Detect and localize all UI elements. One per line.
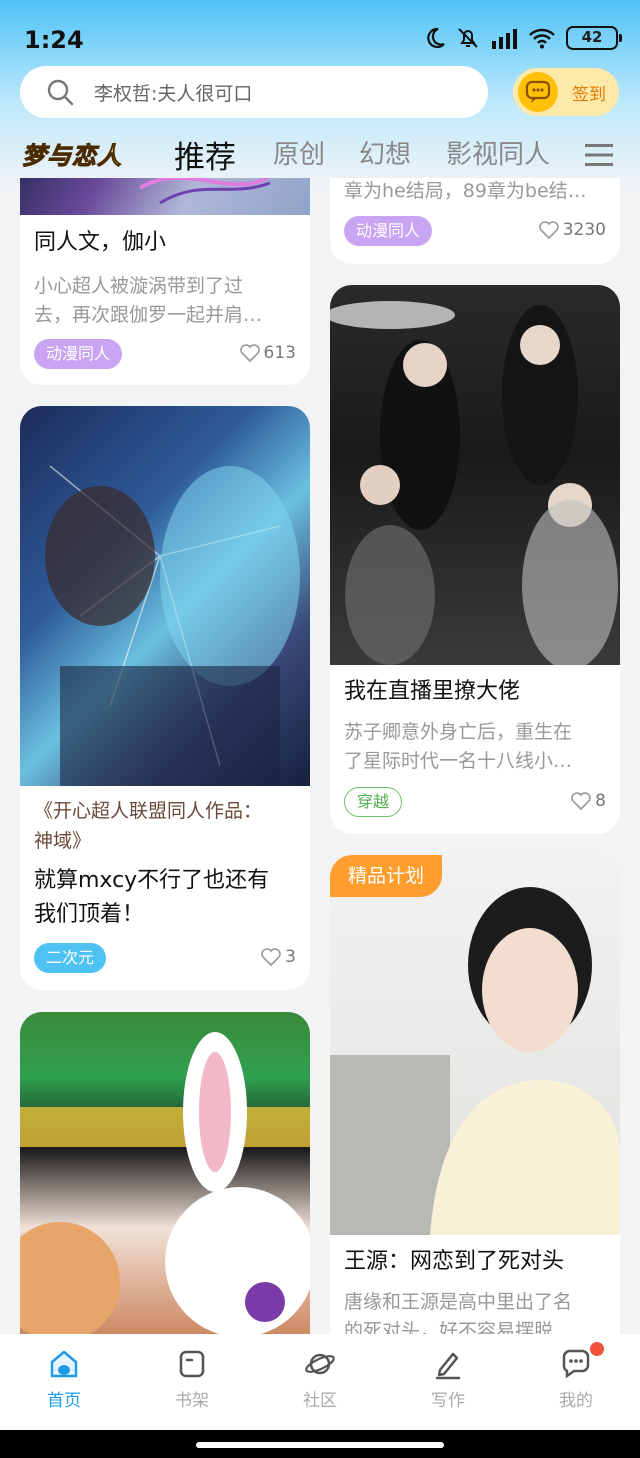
- genre-tag[interactable]: 穿越: [344, 787, 403, 817]
- book-desc-line1: 苏子卿意外身亡后，重生在: [344, 721, 573, 743]
- book-desc-line: 章为he结局，89章为be结…: [344, 180, 587, 202]
- book-title: 同人文，伽小: [34, 230, 167, 255]
- signal-icon: [492, 29, 517, 49]
- book-quote-line2: 神域》: [34, 830, 92, 852]
- genre-tag[interactable]: 动漫同人: [34, 339, 123, 369]
- book-desc-line1: 唐缘和王源是高中里出了名: [344, 1291, 573, 1313]
- heart-icon: [538, 221, 559, 239]
- book-quote-line1: 《开心超人联盟同人作品：: [34, 800, 263, 822]
- app-logo[interactable]: 梦与恋人: [22, 136, 122, 171]
- gesture-bar: [0, 1430, 640, 1458]
- home-indicator[interactable]: [196, 1442, 444, 1448]
- category-tabs: 梦与恋人 推荐 原创 幻想 影视同人: [0, 128, 640, 178]
- genre-tag[interactable]: 动漫同人: [344, 216, 433, 246]
- home-icon: [50, 1350, 78, 1378]
- bell-off-icon: [458, 28, 478, 48]
- book-desc-line2: 了星际时代一名十八线小…: [344, 750, 573, 772]
- book-card[interactable]: 我在直播里撩大佬 苏子卿意外身亡后，重生在 了星际时代一名十八线小… 穿越 8: [330, 285, 620, 834]
- genre-tag[interactable]: 二次元: [34, 943, 107, 973]
- planet-icon: [305, 1353, 335, 1375]
- status-time: 1:24: [24, 26, 84, 54]
- search-icon: [47, 79, 74, 106]
- book-title: 我在直播里撩大佬: [344, 679, 521, 704]
- heart-icon: [261, 948, 281, 966]
- heart-icon: [571, 792, 591, 810]
- book-title-line1: 就算mxcy不行了也还有: [34, 868, 270, 893]
- search-bar[interactable]: 李权哲:夫人很可口: [20, 66, 488, 118]
- book-card[interactable]: 精品计划 王源：网恋到了死对头 唐缘和王源是高中里出了名 的死对头，好不容易摆脱: [330, 855, 620, 1334]
- tab-film-fanfic[interactable]: 影视同人: [446, 134, 550, 171]
- nav-home-label: 首页: [47, 1391, 81, 1411]
- checkin-button[interactable]: 签到: [513, 68, 619, 116]
- book-desc-line1: 小心超人被漩涡带到了过: [34, 275, 244, 297]
- pen-icon: [435, 1352, 461, 1380]
- book-cover-image: [330, 855, 620, 1235]
- checkin-label: 签到: [572, 84, 606, 105]
- notification-dot: [590, 1342, 604, 1356]
- like-count[interactable]: 613: [239, 343, 296, 363]
- search-placeholder: 李权哲:夫人很可口: [94, 82, 253, 105]
- status-icons: 42: [424, 26, 622, 50]
- bottom-nav: 首页 书架 社区 写作 我的: [0, 1334, 640, 1430]
- nav-mine[interactable]: 我的: [536, 1342, 616, 1411]
- book-desc-line2: 的死对头，好不容易摆脱: [344, 1320, 554, 1334]
- book-desc-line2: 去，再次跟伽罗一起并肩…: [34, 304, 263, 326]
- nav-bookshelf-label: 书架: [175, 1391, 209, 1411]
- book-card[interactable]: 《开心超人联盟同人作品： 神域》 就算mxcy不行了也还有 我们顶着！ 二次元 …: [20, 406, 310, 990]
- like-count-value: 613: [263, 343, 296, 363]
- premium-badge: 精品计划: [330, 855, 443, 897]
- wifi-icon: [529, 28, 555, 49]
- book-cover-image: [20, 406, 310, 786]
- nav-community-label: 社区: [303, 1391, 337, 1411]
- book-title-line2: 我们顶着！: [34, 902, 145, 927]
- book-card[interactable]: 章为he结局，89章为be结… 动漫同人 3230: [330, 178, 620, 264]
- like-count-value: 3: [285, 947, 296, 967]
- book-card[interactable]: [20, 1012, 310, 1334]
- tab-fantasy[interactable]: 幻想: [359, 134, 411, 171]
- nav-home[interactable]: 首页: [24, 1348, 104, 1411]
- like-count[interactable]: 8: [571, 791, 606, 811]
- book-card[interactable]: 同人文，伽小 小心超人被漩涡带到了过 去，再次跟伽罗一起并肩… 动漫同人 613: [20, 178, 310, 385]
- nav-write[interactable]: 写作: [408, 1348, 488, 1411]
- tab-original[interactable]: 原创: [273, 134, 325, 171]
- bookshelf-icon: [179, 1350, 205, 1378]
- like-count-value: 3230: [562, 220, 606, 240]
- book-cover-image: [20, 1012, 310, 1334]
- battery-indicator: 42: [566, 26, 622, 50]
- like-count[interactable]: 3230: [538, 220, 606, 240]
- book-feed[interactable]: 同人文，伽小 小心超人被漩涡带到了过 去，再次跟伽罗一起并肩… 动漫同人 613…: [0, 178, 640, 1334]
- chat-coin-icon: [518, 72, 558, 112]
- nav-mine-label: 我的: [559, 1391, 593, 1411]
- nav-community[interactable]: 社区: [280, 1348, 360, 1411]
- tab-recommend[interactable]: 推荐: [174, 132, 236, 177]
- like-count-value: 8: [595, 791, 606, 811]
- book-cover-image: [20, 178, 310, 215]
- book-title: 王源：网恋到了死对头: [344, 1249, 565, 1274]
- menu-icon[interactable]: [584, 142, 614, 168]
- nav-write-label: 写作: [431, 1391, 465, 1411]
- moon-icon: [427, 27, 445, 49]
- chat-bubble-icon: [562, 1349, 590, 1379]
- book-cover-image: [330, 285, 620, 670]
- heart-icon: [239, 344, 260, 362]
- like-count[interactable]: 3: [261, 947, 296, 967]
- nav-bookshelf[interactable]: 书架: [152, 1348, 232, 1411]
